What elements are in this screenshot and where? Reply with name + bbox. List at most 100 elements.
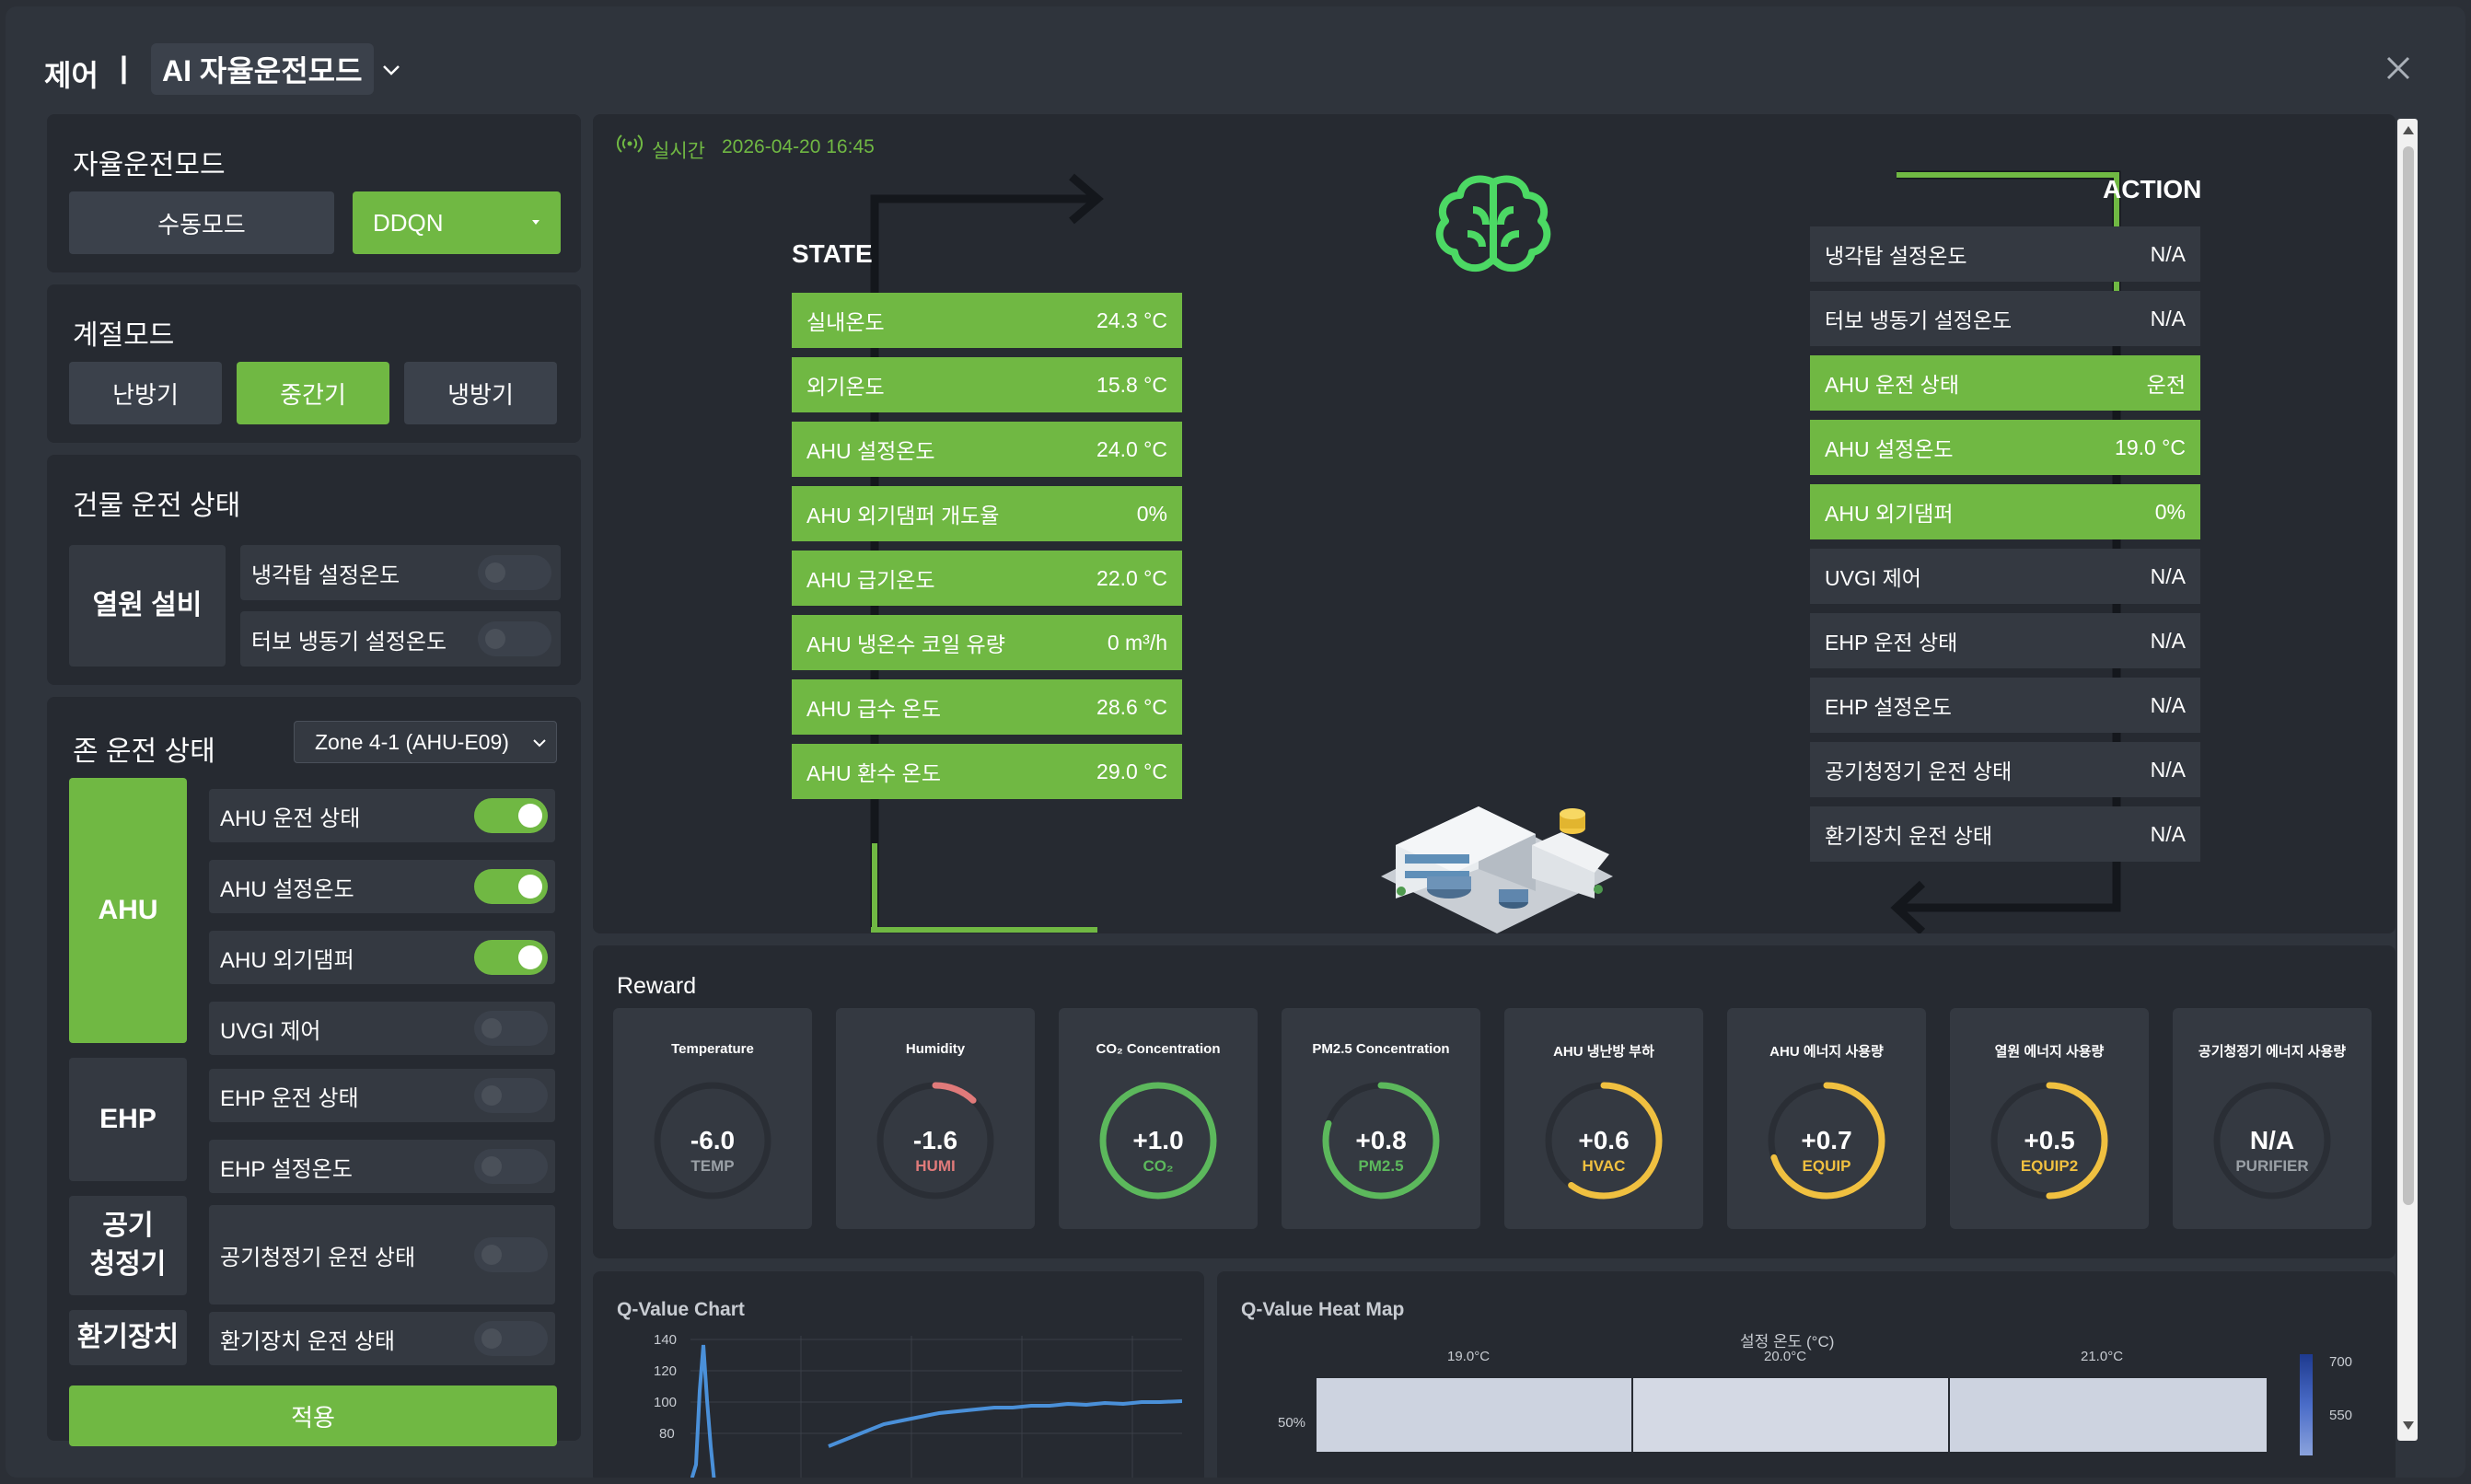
chevron-down-icon[interactable] <box>381 60 401 80</box>
state-item: AHU 냉온수 코일 유량 0 m³/h <box>792 615 1182 670</box>
modal-header: 제어 | AI 자율운전모드 <box>6 6 2465 108</box>
gauge-value: +0.6 <box>1578 1126 1630 1154</box>
action-label: 환기장치 운전 상태 <box>1825 824 1993 848</box>
action-item: AHU 외기댐퍼 0% <box>1810 484 2200 539</box>
ahu-setpoint-toggle[interactable] <box>474 869 548 904</box>
chevron-down-icon <box>533 739 546 748</box>
ventilator-toggle[interactable] <box>474 1321 548 1356</box>
autonomous-title: 자율운전모드 <box>73 150 226 180</box>
gauge-value: +0.5 <box>2024 1126 2075 1154</box>
gauge-title: 열원 에너지 사용량 <box>1994 1044 2105 1060</box>
zone-row-label: 공기청정기 운전 상태 <box>220 1245 416 1270</box>
control-modal: 제어 | AI 자율운전모드 자율운전모드 수동모드 DDQN 계절모드 난방기… <box>6 6 2465 1478</box>
uvgi-toggle[interactable] <box>474 1011 548 1046</box>
autonomous-panel: 자율운전모드 수동모드 DDQN <box>47 114 581 272</box>
action-item: EHP 운전 상태 N/A <box>1810 613 2200 668</box>
heatmap-cell <box>1317 1378 1631 1452</box>
scale-tick: 700 <box>2329 1354 2353 1370</box>
heatmap-cell <box>1950 1378 2267 1452</box>
zone-panel: 존 운전 상태 Zone 4-1 (AHU-E09) AHU EHP 공기 청정… <box>47 697 581 1446</box>
y-tick: 100 <box>654 1395 678 1410</box>
state-item: AHU 외기댐퍼 개도율 0% <box>792 486 1182 541</box>
purifier-toggle[interactable] <box>474 1237 548 1272</box>
state-item: 실내온도 24.3 °C <box>792 293 1182 348</box>
scrollbar-thumb[interactable] <box>2403 146 2414 1205</box>
state-value: 0% <box>1136 501 1167 526</box>
gauge-title: 공기청정기 에너지 사용량 <box>2198 1044 2347 1060</box>
scroll-down-icon[interactable] <box>2402 1420 2415 1432</box>
state-value: 29.0 °C <box>1096 759 1167 783</box>
qvalue-chart-title: Q-Value Chart <box>617 1299 745 1320</box>
action-value: N/A <box>2150 821 2186 846</box>
ehp-setpoint-toggle[interactable] <box>474 1149 548 1184</box>
season-heating-button[interactable]: 난방기 <box>69 362 222 424</box>
reward-gauge-card: PM2.5 Concentration +0.8 PM2.5 <box>1282 1008 1480 1229</box>
qvalue-heatmap-panel: Q-Value Heat Map 설정 온도 (°C) 19.0°C 20.0°… <box>1217 1271 2396 1478</box>
state-value: 0 m³/h <box>1107 630 1167 655</box>
zone-select[interactable]: Zone 4-1 (AHU-E09) <box>294 721 557 763</box>
season-cooling-button[interactable]: 냉방기 <box>404 362 557 424</box>
zone-row-label: 환기장치 운전 상태 <box>220 1328 395 1354</box>
scale-tick: 550 <box>2329 1408 2353 1423</box>
zone-row-label: EHP 설정온도 <box>220 1156 353 1182</box>
reward-gauge-card: CO₂ Concentration +1.0 CO₂ <box>1059 1008 1258 1229</box>
season-mid-button[interactable]: 중간기 <box>237 362 389 424</box>
season-panel: 계절모드 난방기 중간기 냉방기 <box>47 284 581 443</box>
building-row-label: 냉각탑 설정온도 <box>251 562 400 588</box>
heatmap-cell <box>1633 1378 1948 1452</box>
action-label: AHU 운전 상태 <box>1825 373 1959 397</box>
algorithm-select[interactable]: DDQN <box>353 191 561 254</box>
zone-row-label: AHU 외기댐퍼 <box>220 947 354 973</box>
gauge-label: EQUIP <box>1802 1157 1851 1175</box>
action-item: 공기청정기 운전 상태 N/A <box>1810 742 2200 797</box>
action-title: ACTION <box>2103 175 2202 203</box>
heatmap-x-tick: 20.0°C <box>1764 1349 1807 1364</box>
heatmap-x-tick: 21.0°C <box>2081 1349 2124 1364</box>
gauge-title: AHU 냉난방 부하 <box>1553 1044 1654 1060</box>
action-value: N/A <box>2150 757 2186 782</box>
cooling-tower-toggle[interactable] <box>478 555 551 590</box>
building-title: 건물 운전 상태 <box>73 491 241 521</box>
turbo-chiller-toggle[interactable] <box>478 621 551 656</box>
state-item: AHU 급수 온도 28.6 °C <box>792 679 1182 735</box>
state-label: AHU 설정온도 <box>806 439 935 463</box>
zone-row-label: UVGI 제어 <box>220 1018 321 1044</box>
gauge-label: EQUIP2 <box>2020 1157 2079 1175</box>
y-tick: 140 <box>654 1332 678 1348</box>
state-item: AHU 설정온도 24.0 °C <box>792 422 1182 477</box>
mode-select[interactable]: AI 자율운전모드 <box>151 43 374 95</box>
manual-mode-button[interactable]: 수동모드 <box>69 191 334 254</box>
close-icon[interactable] <box>2383 52 2414 84</box>
zone-row-label: AHU 운전 상태 <box>220 806 361 831</box>
y-tick: 80 <box>659 1426 675 1442</box>
state-item: 외기온도 15.8 °C <box>792 357 1182 412</box>
gauge-value: N/A <box>2249 1126 2295 1154</box>
gauge-title: CO₂ Concentration <box>1096 1041 1221 1057</box>
zone-select-value: Zone 4-1 (AHU-E09) <box>315 729 509 754</box>
action-label: EHP 운전 상태 <box>1825 631 1958 655</box>
scroll-up-icon[interactable] <box>2402 124 2415 135</box>
heat-source-category: 열원 설비 <box>69 545 226 667</box>
y-tick: 120 <box>654 1363 678 1379</box>
gauge-title: AHU 에너지 사용량 <box>1769 1044 1884 1060</box>
action-label: UVGI 제어 <box>1825 566 1921 590</box>
zone-title: 존 운전 상태 <box>73 736 215 767</box>
ahu-damper-toggle[interactable] <box>474 940 548 975</box>
apply-button[interactable]: 적용 <box>69 1385 557 1446</box>
reward-gauge-card: AHU 에너지 사용량 +0.7 EQUIP <box>1727 1008 1926 1229</box>
gauge-title: PM2.5 Concentration <box>1312 1041 1450 1057</box>
qvalue-series-line <box>690 1336 1182 1478</box>
reward-gauge-card: 공기청정기 에너지 사용량 N/A PURIFIER <box>2173 1008 2372 1229</box>
action-value: N/A <box>2150 692 2186 717</box>
building-row-label: 터보 냉동기 설정온도 <box>251 629 447 655</box>
gauge-label: PURIFIER <box>2235 1157 2309 1175</box>
action-value: 19.0 °C <box>2115 435 2186 459</box>
ehp-status-toggle[interactable] <box>474 1078 548 1113</box>
gauge-label: PM2.5 <box>1358 1157 1404 1175</box>
gauge-title: Temperature <box>671 1041 754 1057</box>
state-value: 24.3 °C <box>1096 307 1167 332</box>
state-label: 외기온도 <box>806 375 885 399</box>
action-value: 0% <box>2154 499 2186 524</box>
title-separator: | <box>120 51 128 84</box>
ahu-status-toggle[interactable] <box>474 798 548 833</box>
